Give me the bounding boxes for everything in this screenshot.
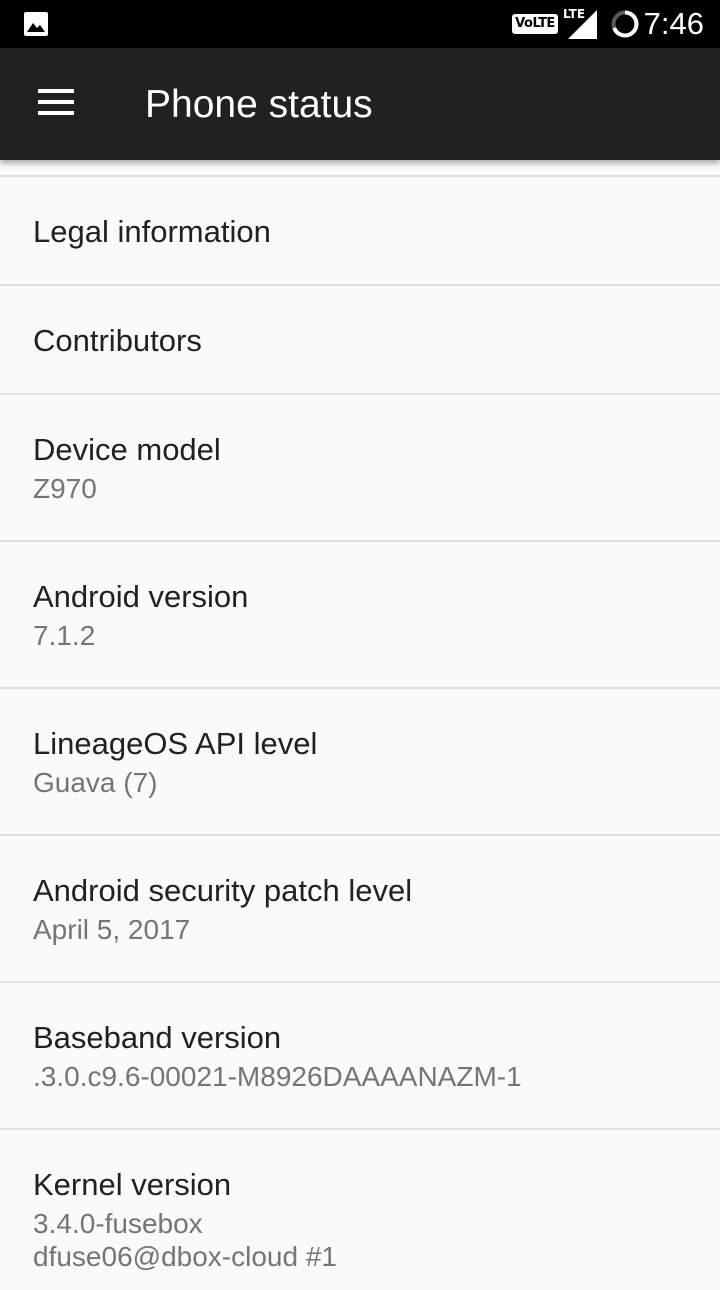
item-title: Kernel version — [33, 1167, 232, 1202]
item-title: Device model — [33, 432, 221, 467]
app-bar: Phone status — [0, 48, 720, 160]
legal-information-item[interactable]: Legal information — [0, 177, 720, 286]
item-value: April 5, 2017 — [33, 914, 191, 945]
hamburger-menu-icon — [38, 89, 74, 115]
volte-badge: VoLTE — [512, 14, 558, 34]
item-title: LineageOS API level — [33, 726, 318, 761]
item-title: Android security patch level — [33, 873, 413, 908]
item-title: Legal information — [33, 214, 271, 249]
clock-time: 7:46 — [643, 6, 704, 41]
baseband-version-item[interactable]: Baseband version .3.0.c9.6-00021-M8926DA… — [0, 983, 720, 1130]
item-title: Android version — [33, 579, 249, 614]
item-title: Baseband version — [33, 1020, 282, 1055]
status-bar: VoLTE LTE 7:46 — [0, 0, 720, 48]
lineageos-api-level-item[interactable]: LineageOS API level Guava (7) — [0, 689, 720, 836]
kernel-version-item[interactable]: Kernel version 3.4.0-fusebox dfuse06@dbo… — [0, 1130, 720, 1290]
navigation-menu-button[interactable] — [20, 68, 92, 140]
item-title: Contributors — [33, 323, 202, 358]
item-value: Guava (7) — [33, 767, 158, 798]
cell-signal-icon — [568, 10, 597, 39]
contributors-item[interactable]: Contributors — [0, 286, 720, 395]
item-value: .3.0.c9.6-00021-M8926DAAAANAZM-1 — [33, 1061, 522, 1092]
item-value: 7.1.2 — [33, 620, 96, 651]
item-value: Z970 — [33, 473, 97, 504]
battery-circle-icon — [611, 10, 639, 38]
gallery-icon — [24, 12, 48, 36]
settings-list: Legal information Contributors Device mo… — [0, 160, 720, 1290]
item-value: 3.4.0-fusebox dfuse06@dbox-cloud #1 — [33, 1208, 337, 1272]
android-version-item[interactable]: Android version 7.1.2 — [0, 542, 720, 689]
page-title: Phone status — [145, 83, 373, 126]
security-patch-level-item[interactable]: Android security patch level April 5, 20… — [0, 836, 720, 983]
device-model-item[interactable]: Device model Z970 — [0, 395, 720, 542]
list-top-divider — [0, 160, 720, 177]
